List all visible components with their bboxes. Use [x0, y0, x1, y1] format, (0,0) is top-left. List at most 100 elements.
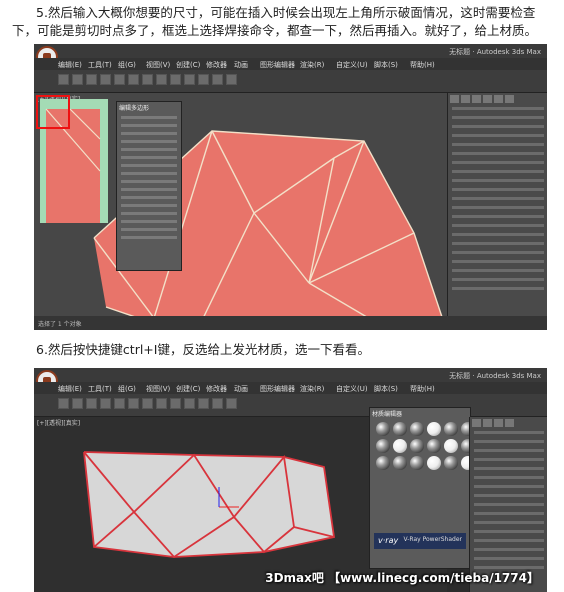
material-slot[interactable] — [427, 456, 441, 470]
vray-banner: v·ray V-Ray PowerShader — [374, 533, 466, 549]
material-editor-icon[interactable] — [198, 74, 209, 85]
scale-icon[interactable] — [128, 74, 139, 85]
material-editor-icon[interactable] — [198, 398, 209, 409]
material-slots — [376, 422, 475, 470]
motion-tab-icon[interactable] — [483, 95, 492, 103]
layer-icon[interactable] — [184, 74, 195, 85]
command-panel — [447, 93, 547, 316]
menu-graph-editors[interactable]: 图形编辑器 — [260, 60, 295, 70]
render-setup-icon[interactable] — [212, 398, 223, 409]
title-bar: 无标题 · Autodesk 3ds Max — [34, 44, 547, 68]
scale-icon[interactable] — [128, 398, 139, 409]
create-tab-icon[interactable] — [450, 95, 459, 103]
rotate-icon[interactable] — [114, 398, 125, 409]
material-slot[interactable] — [410, 439, 424, 453]
material-editor-title: 材质编辑器 — [372, 411, 403, 418]
step-5-paragraph: 5.然后输入大概你想要的尺寸，可能在插入时候会出现左上角所示破面情况，这时需要检… — [12, 5, 538, 38]
utilities-tab-icon[interactable] — [505, 95, 514, 103]
material-slot[interactable] — [410, 456, 424, 470]
highlight-box — [36, 95, 70, 129]
perspective-viewport[interactable]: [+][透视][真实] 材质编辑器 v·ray V-Ray PowerShade… — [34, 407, 475, 592]
render-setup-icon[interactable] — [212, 74, 223, 85]
menu-rendering[interactable]: 渲染(R) — [300, 60, 324, 70]
perspective-viewport[interactable]: [+][透视][真实] — [34, 93, 447, 316]
align-icon[interactable] — [170, 398, 181, 409]
menu-customize[interactable]: 自定义(U) — [336, 60, 368, 70]
menu-edit[interactable]: 编辑(E) — [58, 60, 82, 70]
main-toolbar — [34, 70, 547, 93]
menu-bar: 编辑(E) 工具(T) 组(G) 视图(V) 创建(C) 修改器 动画 图形编辑… — [34, 58, 547, 70]
redo-icon[interactable] — [72, 74, 83, 85]
material-slot[interactable] — [393, 456, 407, 470]
menu-modifiers[interactable]: 修改器 — [206, 60, 227, 70]
material-slot[interactable] — [393, 422, 407, 436]
create-tab-icon[interactable] — [472, 419, 481, 427]
redo-icon[interactable] — [72, 398, 83, 409]
menu-group[interactable]: 组(G) — [118, 384, 136, 394]
material-slot[interactable] — [376, 439, 390, 453]
title-bar: 无标题 · Autodesk 3ds Max — [34, 368, 547, 392]
menu-rendering[interactable]: 渲染(R) — [300, 384, 324, 394]
align-icon[interactable] — [170, 74, 181, 85]
move-icon[interactable] — [100, 398, 111, 409]
window-title: 无标题 · Autodesk 3ds Max — [449, 48, 541, 56]
material-slot[interactable] — [444, 456, 458, 470]
menu-graph-editors[interactable]: 图形编辑器 — [260, 384, 295, 394]
menu-create[interactable]: 创建(C) — [176, 60, 200, 70]
modify-tab-icon[interactable] — [483, 419, 492, 427]
toolbar-icons — [58, 74, 237, 85]
menu-tools[interactable]: 工具(T) — [88, 60, 112, 70]
menu-edit[interactable]: 编辑(E) — [58, 384, 82, 394]
undo-icon[interactable] — [58, 74, 69, 85]
command-tabs — [450, 95, 514, 103]
menu-help[interactable]: 帮助(H) — [410, 384, 435, 394]
menu-views[interactable]: 视图(V) — [146, 60, 170, 70]
snap-icon[interactable] — [142, 74, 153, 85]
menu-modifiers[interactable]: 修改器 — [206, 384, 227, 394]
menu-animation[interactable]: 动画 — [234, 60, 248, 70]
material-slot[interactable] — [393, 439, 407, 453]
mirror-icon[interactable] — [156, 398, 167, 409]
layer-icon[interactable] — [184, 398, 195, 409]
rollout-rows — [452, 107, 544, 296]
material-slot[interactable] — [444, 439, 458, 453]
menu-help[interactable]: 帮助(H) — [410, 60, 435, 70]
max-screenshot-1: 无标题 · Autodesk 3ds Max 编辑(E) 工具(T) 组(G) … — [34, 44, 547, 330]
edit-poly-floater: 编辑多边形 — [116, 101, 182, 271]
material-slot[interactable] — [410, 422, 424, 436]
motion-tab-icon[interactable] — [505, 419, 514, 427]
menu-scripting[interactable]: 脚本(S) — [374, 60, 398, 70]
material-slot[interactable] — [376, 456, 390, 470]
menu-customize[interactable]: 自定义(U) — [336, 384, 368, 394]
menu-tools[interactable]: 工具(T) — [88, 384, 112, 394]
hierarchy-tab-icon[interactable] — [494, 419, 503, 427]
move-icon[interactable] — [100, 74, 111, 85]
material-slot[interactable] — [427, 439, 441, 453]
vray-shader-name: V-Ray PowerShader — [403, 536, 463, 543]
menu-create[interactable]: 创建(C) — [176, 384, 200, 394]
render-icon[interactable] — [226, 74, 237, 85]
rotate-icon[interactable] — [114, 74, 125, 85]
mirror-icon[interactable] — [156, 74, 167, 85]
command-panel — [469, 417, 547, 592]
select-icon[interactable] — [86, 74, 97, 85]
menu-group[interactable]: 组(G) — [118, 60, 136, 70]
max-screenshot-2: 无标题 · Autodesk 3ds Max 编辑(E) 工具(T) 组(G) … — [34, 368, 547, 592]
select-icon[interactable] — [86, 398, 97, 409]
step-6-paragraph: 6.然后按快捷键ctrl+I键，反选给上发光材质，选一下看看。 — [36, 342, 370, 357]
hierarchy-tab-icon[interactable] — [472, 95, 481, 103]
material-slot[interactable] — [427, 422, 441, 436]
menu-scripting[interactable]: 脚本(S) — [374, 384, 398, 394]
material-slot[interactable] — [444, 422, 458, 436]
material-slot[interactable] — [376, 422, 390, 436]
menu-bar: 编辑(E) 工具(T) 组(G) 视图(V) 创建(C) 修改器 动画 图形编辑… — [34, 382, 547, 394]
snap-icon[interactable] — [142, 398, 153, 409]
undo-icon[interactable] — [58, 398, 69, 409]
toolbar-icons — [58, 398, 237, 409]
display-tab-icon[interactable] — [494, 95, 503, 103]
modify-tab-icon[interactable] — [461, 95, 470, 103]
render-icon[interactable] — [226, 398, 237, 409]
menu-animation[interactable]: 动画 — [234, 384, 248, 394]
menu-views[interactable]: 视图(V) — [146, 384, 170, 394]
status-text: 选择了 1 个对象 — [38, 321, 82, 328]
